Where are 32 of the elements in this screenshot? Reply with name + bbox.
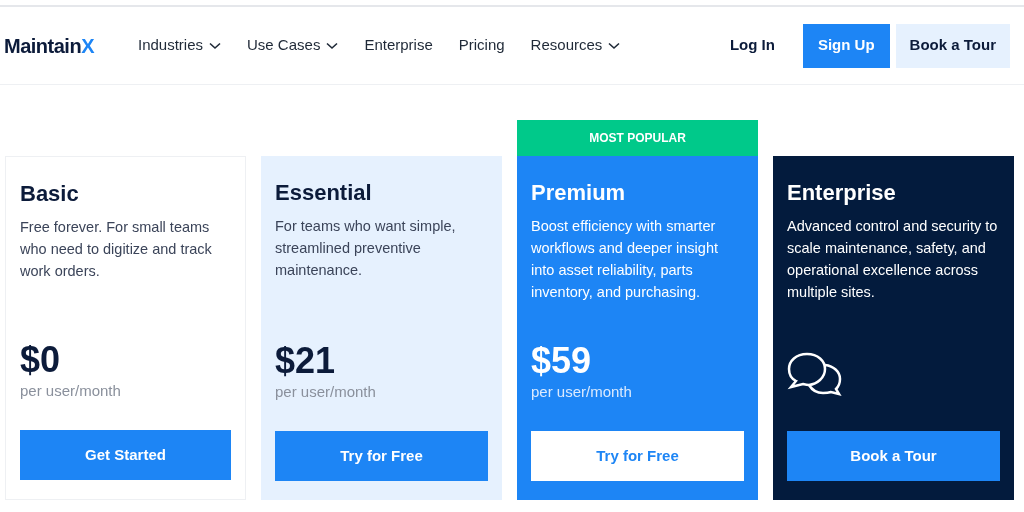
chevron-down-icon — [608, 41, 621, 50]
plan-button[interactable]: Try for Free — [275, 431, 488, 481]
nav-link[interactable]: Industries — [137, 34, 221, 57]
chevron-down-icon — [326, 41, 339, 50]
plan-description: For teams who want simple, streamlined preventive maintenance. — [275, 217, 457, 280]
price-unit: per user/month — [275, 381, 377, 402]
plan-name: Enterprise — [787, 179, 897, 207]
chevron-down-icon — [209, 41, 221, 50]
plan-price: $21 — [275, 340, 337, 381]
nav-link[interactable]: Pricing — [458, 34, 505, 57]
plan-button[interactable]: Book a Tour — [787, 431, 1000, 481]
plan-price: $0 — [20, 339, 62, 380]
price-unit: per user/month — [20, 380, 122, 401]
plan-description: Boost efficiency with smarter workflows and deeper insight into asset reliability, parts inventory, and purchasing. — [531, 217, 719, 302]
signup-button[interactable]: Sign Up — [802, 23, 890, 68]
logo[interactable]: MaintainX — [4, 30, 94, 61]
plan-name: Essential — [275, 179, 373, 207]
nav-link[interactable]: Enterprise — [364, 34, 433, 57]
plan-button[interactable]: Try for Free — [531, 431, 744, 481]
plan-price: $59 — [531, 340, 593, 381]
most-popular-badge: MOST POPULAR — [517, 120, 758, 156]
plan-name: Premium — [531, 179, 627, 207]
price-unit: per user/month — [531, 381, 633, 402]
chat-bubbles-icon — [787, 351, 843, 397]
nav-link[interactable]: Resources — [530, 34, 621, 57]
nav-link[interactable]: Use Cases — [247, 34, 339, 57]
plan-name: Basic — [20, 180, 80, 208]
plan-button[interactable]: Get Started — [20, 430, 231, 480]
plan-description: Free forever. For small teams who need to digitize and track work orders. — [20, 218, 213, 281]
book-tour-button[interactable]: Book a Tour — [895, 23, 1010, 68]
login-link[interactable]: Log In — [713, 23, 791, 68]
plan-description: Advanced control and security to scale maintenance, safety, and operational excellence across multiple sites. — [787, 217, 999, 302]
